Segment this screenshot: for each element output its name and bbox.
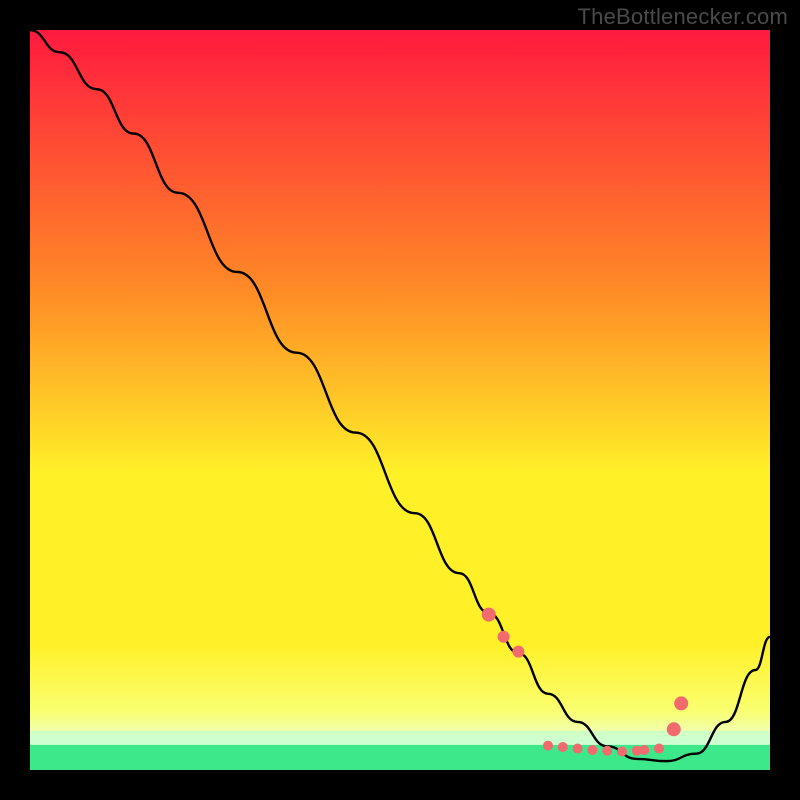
data-marker: [498, 631, 510, 643]
data-marker: [602, 746, 612, 756]
data-marker: [639, 745, 649, 755]
data-marker: [654, 744, 664, 754]
optimal-band-halo: [30, 731, 770, 745]
data-marker: [573, 744, 583, 754]
plot-container: [30, 30, 770, 770]
data-marker: [512, 646, 524, 658]
data-marker: [674, 696, 688, 710]
data-marker: [587, 745, 597, 755]
data-marker: [558, 742, 568, 752]
data-marker: [543, 741, 553, 751]
data-marker: [617, 747, 627, 757]
data-marker: [667, 722, 681, 736]
watermark-text: TheBottlenecker.com: [578, 4, 788, 30]
heat-gradient: [30, 30, 770, 770]
bottleneck-chart: [30, 30, 770, 770]
data-marker: [482, 608, 496, 622]
chart-frame: TheBottlenecker.com: [0, 0, 800, 800]
